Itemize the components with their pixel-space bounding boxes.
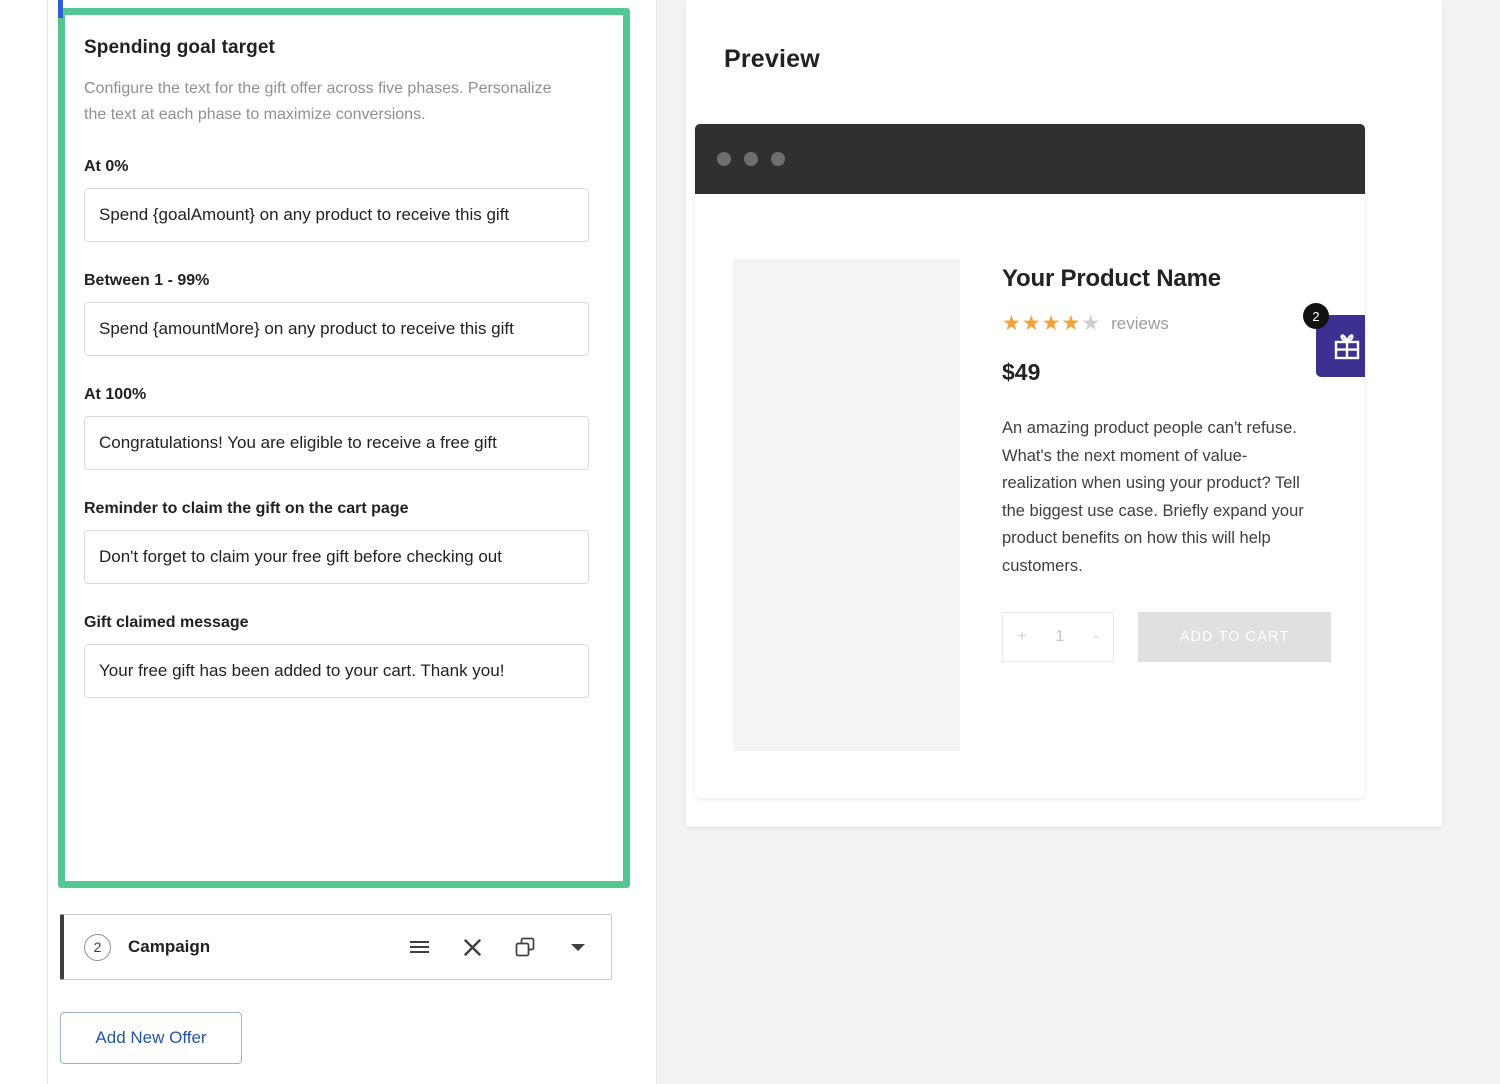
field-group-between-1-99-percent: Between 1 - 99% xyxy=(84,272,597,356)
product-rating: ★ ★ ★ ★ ★ reviews xyxy=(1002,313,1331,334)
drag-handle-icon[interactable] xyxy=(408,936,430,958)
chevron-down-icon[interactable] xyxy=(567,936,589,958)
field-label-at-100-percent: At 100% xyxy=(84,386,147,403)
app-root: Spending goal target Configure the text … xyxy=(0,0,1500,1084)
offer-editor-panel: Spending goal target Configure the text … xyxy=(0,0,657,1084)
at-100-percent-input[interactable] xyxy=(84,416,589,470)
field-label-at-0-percent: At 0% xyxy=(84,158,129,175)
between-1-99-percent-input[interactable] xyxy=(84,302,589,356)
field-group-gift-claimed-message: Gift claimed message xyxy=(84,614,597,698)
campaign-number-badge: 2 xyxy=(84,933,111,961)
field-label-cart-page-reminder: Reminder to claim the gift on the cart p… xyxy=(84,500,409,517)
browser-titlebar xyxy=(695,124,1365,194)
browser-dot-close-icon xyxy=(717,152,731,166)
campaign-name-label: Campaign xyxy=(128,937,211,956)
browser-mockup: Your Product Name ★ ★ ★ ★ ★ reviews $49 … xyxy=(695,124,1365,798)
quantity-value[interactable]: 1 xyxy=(1056,628,1065,646)
product-image-placeholder xyxy=(733,259,960,751)
product-price: $49 xyxy=(1002,359,1041,385)
add-new-offer-button[interactable]: Add New Offer xyxy=(60,1012,242,1064)
quantity-decrease-button[interactable]: - xyxy=(1093,628,1098,646)
field-group-at-100-percent: At 100% xyxy=(84,386,597,470)
field-group-at-0-percent: At 0% xyxy=(84,158,597,242)
product-name: Your Product Name xyxy=(1002,265,1221,292)
add-to-cart-button[interactable]: ADD TO CART xyxy=(1138,612,1331,662)
preview-heading: Preview xyxy=(724,45,820,73)
active-offer-tab-indicator xyxy=(58,0,63,18)
star-empty-icon: ★ xyxy=(1081,312,1101,335)
page-title: Spending goal target xyxy=(84,37,275,58)
offer-card-content: Spending goal target Configure the text … xyxy=(65,15,623,881)
spending-goal-offer-card[interactable]: Spending goal target Configure the text … xyxy=(58,8,630,888)
browser-dot-minimize-icon xyxy=(744,152,758,166)
field-label-between-1-99-percent: Between 1 - 99% xyxy=(84,272,210,289)
browser-dot-maximize-icon xyxy=(771,152,785,166)
gift-icon xyxy=(1334,334,1360,360)
storefront-preview: Your Product Name ★ ★ ★ ★ ★ reviews $49 … xyxy=(695,194,1365,798)
close-icon[interactable] xyxy=(461,936,483,958)
product-description: An amazing product people can't refuse. … xyxy=(1002,419,1304,575)
field-group-cart-page-reminder: Reminder to claim the gift on the cart p… xyxy=(84,500,597,584)
star-filled-icon: ★ xyxy=(1021,312,1041,335)
campaign-list-item[interactable]: 2 Campaign xyxy=(60,914,612,980)
at-0-percent-input[interactable] xyxy=(84,188,589,242)
product-details: Your Product Name ★ ★ ★ ★ ★ reviews $49 … xyxy=(1002,259,1365,798)
gift-claimed-message-input[interactable] xyxy=(84,644,589,698)
reviews-label: reviews xyxy=(1111,313,1169,333)
gift-badge-count: 2 xyxy=(1303,303,1329,329)
field-label-gift-claimed-message: Gift claimed message xyxy=(84,614,249,631)
cart-page-reminder-input[interactable] xyxy=(84,530,589,584)
gift-widget-button[interactable]: 2 xyxy=(1303,303,1365,377)
star-filled-icon: ★ xyxy=(1061,312,1081,335)
quantity-stepper[interactable]: + 1 - xyxy=(1002,612,1114,662)
field-spacer xyxy=(84,476,597,500)
quantity-increase-button[interactable]: + xyxy=(1017,628,1026,646)
panel-rail-divider xyxy=(47,0,48,1084)
section-description: Configure the text for the gift offer ac… xyxy=(84,80,552,123)
star-filled-icon: ★ xyxy=(1041,312,1061,335)
field-spacer xyxy=(84,248,597,272)
field-spacer xyxy=(84,362,597,386)
duplicate-icon[interactable] xyxy=(514,936,536,958)
cart-controls: + 1 - ADD TO CART xyxy=(1002,612,1331,662)
preview-panel: Preview Your Product Name ★ ★ ★ ★ ★ revi… xyxy=(657,0,1500,1084)
field-spacer xyxy=(84,590,597,614)
campaign-row-actions xyxy=(408,936,589,958)
star-filled-icon: ★ xyxy=(1002,312,1021,335)
star-rating: ★ ★ ★ ★ ★ xyxy=(1002,313,1100,334)
